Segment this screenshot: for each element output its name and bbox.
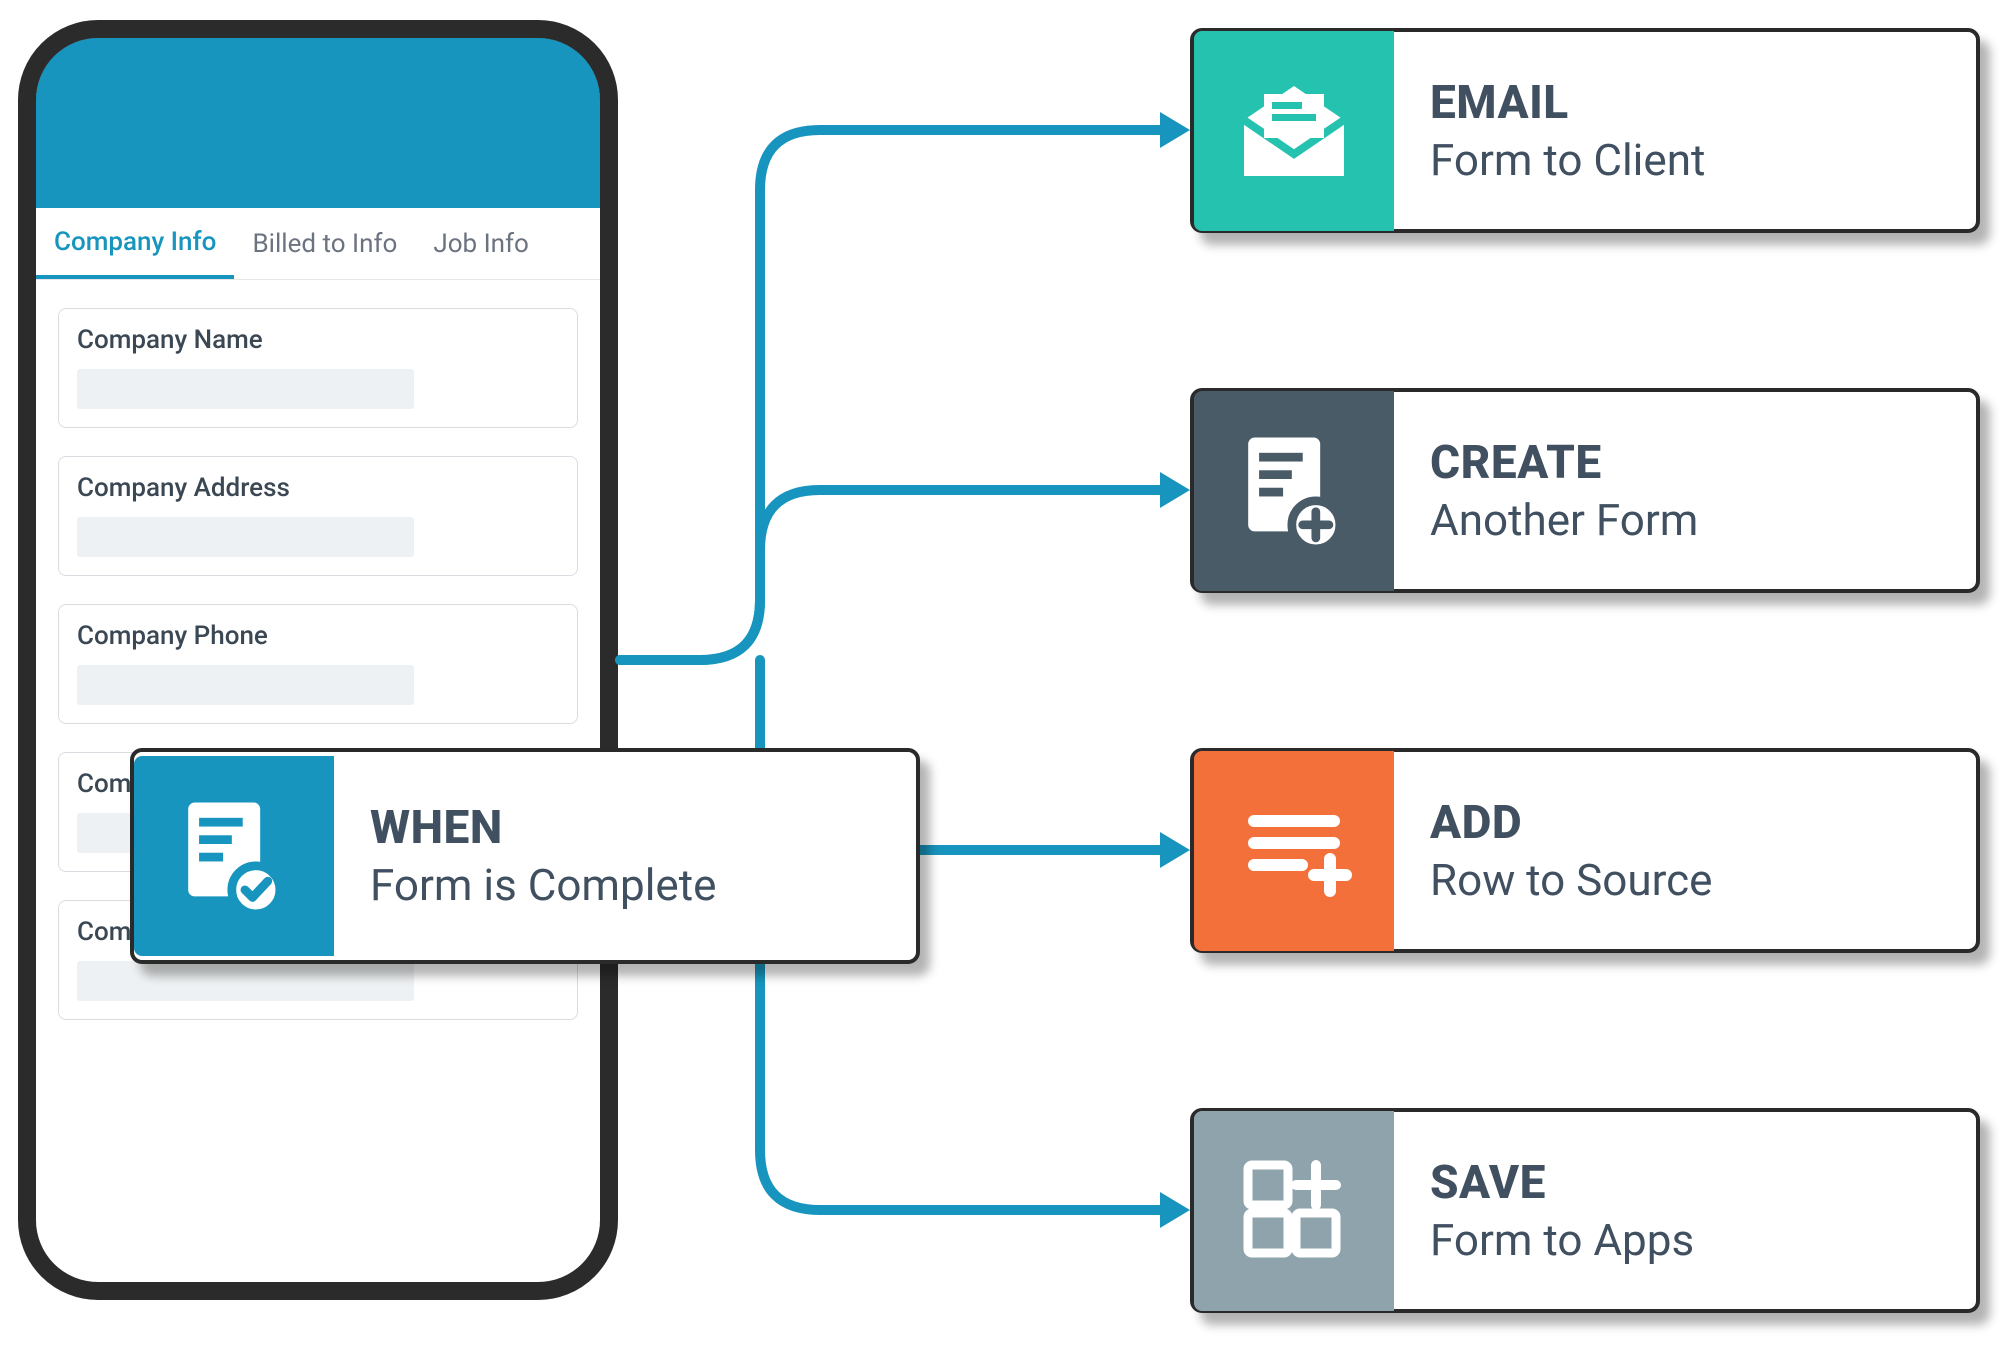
tab-job-info[interactable]: Job Info [415,208,547,279]
action-sub: Another Form [1430,494,1698,546]
field-label: Company Address [77,473,559,503]
field-company-phone[interactable]: Company Phone [58,604,578,724]
field-company-address[interactable]: Company Address [58,456,578,576]
field-placeholder [77,665,414,705]
phone-screen: Company Info Billed to Info Job Info Com… [36,38,600,1282]
action-add-card[interactable]: ADD Row to Source [1190,748,1980,953]
action-text: SAVE Form to Apps [1394,1156,1730,1266]
form-tabs: Company Info Billed to Info Job Info [36,208,600,280]
action-sub: Row to Source [1430,854,1713,906]
field-label: Company Name [77,325,559,355]
diagram-stage: Company Info Billed to Info Job Info Com… [0,0,2015,1360]
doc-plus-icon [1194,391,1394,591]
rows-plus-icon [1194,751,1394,951]
trigger-sub: Form is Complete [370,859,716,911]
field-placeholder [77,369,414,409]
field-company-name[interactable]: Company Name [58,308,578,428]
tab-label: Company Info [54,227,216,257]
trigger-text: WHEN Form is Complete [334,801,752,911]
phone-topbar [36,38,600,208]
field-placeholder [77,961,414,1001]
action-create-card[interactable]: CREATE Another Form [1190,388,1980,593]
action-title: ADD [1430,796,1713,850]
trigger-title: WHEN [370,801,716,855]
field-label: Company Phone [77,621,559,651]
tab-label: Billed to Info [252,229,397,259]
tab-company-info[interactable]: Company Info [36,208,234,279]
tab-label: Job Info [433,229,529,259]
action-text: CREATE Another Form [1394,436,1734,546]
tab-billed-to-info[interactable]: Billed to Info [234,208,415,279]
field-placeholder [77,517,414,557]
action-email-card[interactable]: EMAIL Form to Client [1190,28,1980,233]
action-sub: Form to Apps [1430,1214,1694,1266]
trigger-card[interactable]: WHEN Form is Complete [130,748,920,964]
mail-icon [1194,31,1394,231]
action-title: CREATE [1430,436,1698,490]
action-text: EMAIL Form to Client [1394,76,1741,186]
grid-plus-icon [1194,1111,1394,1311]
action-title: EMAIL [1430,76,1705,130]
phone-mockup: Company Info Billed to Info Job Info Com… [18,20,618,1300]
action-save-card[interactable]: SAVE Form to Apps [1190,1108,1980,1313]
doc-check-icon [134,756,334,956]
action-title: SAVE [1430,1156,1694,1210]
action-text: ADD Row to Source [1394,796,1749,906]
action-sub: Form to Client [1430,134,1705,186]
